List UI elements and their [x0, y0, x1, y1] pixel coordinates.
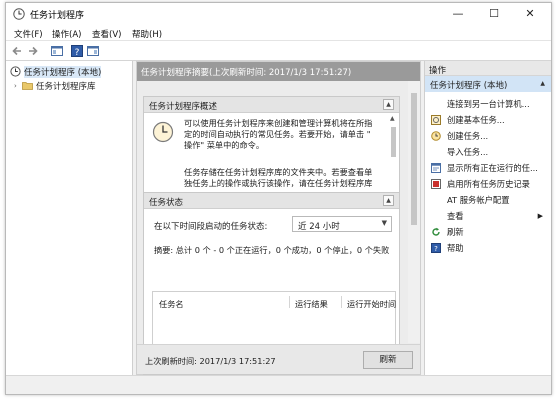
actions-title: 操作: [425, 61, 551, 76]
overview-header[interactable]: 任务计划程序概述 ▲: [144, 97, 399, 113]
summary-footer: 上次刷新时间: 2017/1/3 17:51:27 刷新: [137, 344, 420, 374]
title-bar[interactable]: 任务计划程序 — ☐ ✕: [6, 3, 551, 25]
summary-header: 任务计划程序摘要(上次刷新时间: 2017/1/3 17:51:27): [137, 62, 420, 81]
action-create-basic-task[interactable]: 创建基本任务...: [425, 112, 551, 128]
action-label: AT 服务帐户配置: [447, 195, 510, 205]
action-enable-history[interactable]: 启用所有任务历史记录: [425, 176, 551, 192]
actions-section-header[interactable]: 任务计划程序 (本地) ▲: [425, 76, 551, 92]
maximize-button[interactable]: ☐: [477, 3, 511, 25]
column-header-result[interactable]: 运行结果: [295, 298, 328, 309]
create-task-icon: [431, 131, 441, 141]
collapse-icon[interactable]: ▲: [383, 195, 394, 206]
clock-icon: [10, 66, 21, 77]
menu-action[interactable]: 操作(A): [52, 28, 81, 40]
forward-arrow-icon[interactable]: [26, 44, 40, 58]
minimize-button[interactable]: —: [441, 3, 475, 25]
running-tasks-icon: [431, 163, 441, 173]
vertical-scrollbar[interactable]: [408, 81, 420, 343]
column-header-task-name[interactable]: 任务名: [159, 298, 184, 309]
clock-icon: [13, 8, 25, 20]
action-create-task[interactable]: 创建任务...: [425, 128, 551, 144]
collapse-icon[interactable]: ▲: [383, 99, 394, 110]
action-connect-computer[interactable]: 连接到另一台计算机...: [425, 96, 551, 112]
chevron-down-icon: ▼: [381, 219, 387, 227]
actions-section-title: 任务计划程序 (本地): [430, 81, 508, 91]
window-title: 任务计划程序: [30, 11, 85, 21]
tree-item-label: 任务计划程序库: [36, 81, 96, 92]
action-label: 刷新: [447, 227, 464, 237]
refresh-icon: [432, 227, 440, 236]
help-icon: ?: [431, 243, 441, 253]
action-label: 帮助: [447, 243, 464, 253]
column-divider[interactable]: [341, 296, 342, 308]
collapse-icon[interactable]: ▲: [540, 80, 545, 87]
wizard-icon: [431, 115, 441, 125]
summary-pane: 任务计划程序摘要(上次刷新时间: 2017/1/3 17:51:27) 任务计划…: [136, 61, 421, 375]
period-label: 在以下时间段启动的任务状态:: [154, 222, 268, 232]
overview-body: 可以使用任务计划程序来创建和管理计算机将在所指 定的时间自动执行的常见任务。若要…: [144, 113, 399, 200]
action-refresh[interactable]: 刷新: [425, 224, 551, 240]
overview-paragraph-1: 可以使用任务计划程序来创建和管理计算机将在所指 定的时间自动执行的常见任务。若要…: [184, 118, 373, 150]
menu-file[interactable]: 文件(F): [14, 28, 43, 40]
svg-text:?: ?: [75, 48, 80, 58]
column-header-start-time[interactable]: 运行开始时间: [347, 298, 396, 309]
svg-text:?: ?: [434, 245, 438, 253]
toolbar: ?: [6, 41, 551, 61]
action-import-task[interactable]: 导入任务...: [425, 144, 551, 160]
scroll-up-icon[interactable]: ▲: [390, 115, 395, 122]
action-at-service-config[interactable]: AT 服务帐户配置: [425, 192, 551, 208]
status-summary: 摘要: 总计 0 个 - 0 个正在运行，0 个成功，0 个停止，0 个失败: [154, 245, 390, 255]
action-label: 创建任务...: [447, 131, 489, 141]
overview-paragraph-2: 任务存储在任务计划程序库的文件夹中。若要查看单 独任务上的操作或执行该操作，请在…: [184, 167, 373, 188]
overview-scrollbar[interactable]: ▲ ▼: [389, 115, 398, 199]
period-select-value: 近 24 小时: [298, 222, 340, 232]
chevron-right-icon: ▶: [537, 212, 543, 220]
period-select[interactable]: 近 24 小时 ▼: [292, 216, 392, 232]
chevron-right-icon[interactable]: ›: [14, 82, 22, 90]
column-divider[interactable]: [289, 296, 290, 308]
history-icon: [431, 179, 441, 189]
action-help[interactable]: ? 帮助: [425, 240, 551, 256]
scrollbar-thumb[interactable]: [411, 93, 417, 225]
action-show-running-tasks[interactable]: 显示所有正在运行的任...: [425, 160, 551, 176]
menu-bar: 文件(F) 操作(A) 查看(V) 帮助(H): [6, 25, 551, 41]
action-label: 启用所有任务历史记录: [447, 179, 530, 189]
refresh-button[interactable]: 刷新: [363, 351, 413, 369]
task-scheduler-window: 任务计划程序 — ☐ ✕ 文件(F) 操作(A) 查看(V) 帮助(H) ? 任…: [5, 2, 552, 395]
overview-section: 任务计划程序概述 ▲ 可以使用任务计划程序来创建和管理计算机将在所指 定的时间自…: [143, 96, 400, 201]
folder-icon: [22, 82, 33, 90]
status-bar: [6, 375, 551, 394]
menu-view[interactable]: 查看(V): [92, 28, 121, 40]
action-view[interactable]: 查看 ▶: [425, 208, 551, 224]
console-tree-icon[interactable]: [50, 44, 64, 58]
tree-item-library[interactable]: › 任务计划程序库: [14, 79, 96, 92]
close-button[interactable]: ✕: [513, 3, 547, 25]
back-arrow-icon[interactable]: [10, 44, 24, 58]
task-status-title: 任务状态: [149, 198, 184, 208]
tree-item-label: 任务计划程序 (本地): [24, 65, 102, 78]
console-tree: 任务计划程序 (本地) › 任务计划程序库: [6, 61, 133, 375]
tree-item-local[interactable]: 任务计划程序 (本地): [10, 65, 102, 78]
show-pane-icon[interactable]: [86, 44, 100, 58]
overview-title: 任务计划程序概述: [149, 102, 218, 112]
action-label: 连接到另一台计算机...: [447, 99, 530, 109]
action-label: 导入任务...: [447, 147, 489, 157]
scheduler-clock-icon: [152, 121, 174, 143]
last-refresh-text: 上次刷新时间: 2017/1/3 17:51:27: [145, 356, 276, 366]
help-icon[interactable]: ?: [70, 44, 84, 58]
scrollbar-thumb[interactable]: [391, 127, 396, 157]
menu-help[interactable]: 帮助(H): [132, 28, 162, 40]
action-label: 创建基本任务...: [447, 115, 505, 125]
action-label: 显示所有正在运行的任...: [447, 163, 538, 173]
task-status-header[interactable]: 任务状态 ▲: [144, 193, 399, 209]
action-label: 查看: [447, 211, 464, 221]
actions-pane: 操作 任务计划程序 (本地) ▲ 连接到另一台计算机... 创建基本任务... …: [424, 61, 551, 375]
